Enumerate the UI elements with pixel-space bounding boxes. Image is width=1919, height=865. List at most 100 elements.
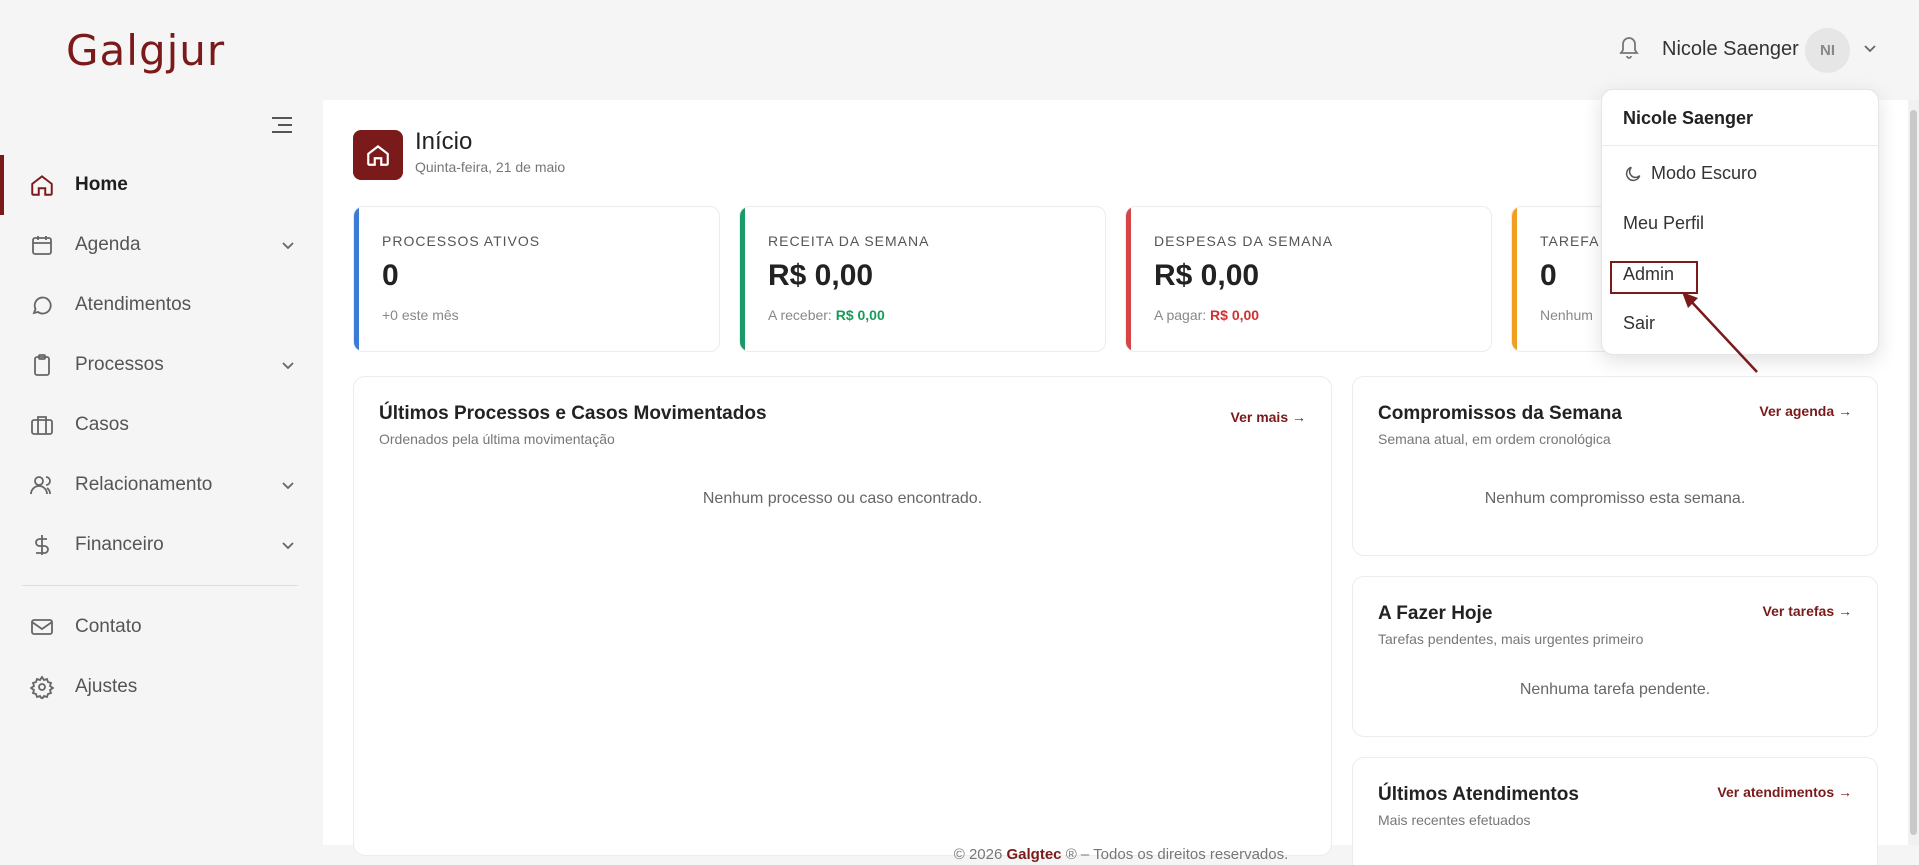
stat-label: PROCESSOS ATIVOS (382, 233, 541, 249)
sidebar-item-label: Contato (75, 616, 142, 637)
logout-label: Sair (1623, 313, 1656, 333)
stat-sub-prefix: A receber: (768, 307, 832, 323)
footer-prefix: © 2026 (953, 846, 1003, 863)
home-icon (28, 171, 56, 199)
stat-sub: +0 este mês (382, 307, 459, 323)
chevron-down-icon (282, 242, 294, 250)
user-name[interactable]: Nicole Saenger (1662, 38, 1799, 61)
ver-mais-link[interactable]: Ver mais → (1231, 409, 1307, 425)
stat-value: R$ 0,00 (768, 259, 874, 292)
footer-brand-link[interactable]: Galgtec (1007, 846, 1062, 863)
panel-title: A Fazer Hoje (1378, 603, 1493, 624)
scrollbar[interactable] (1908, 100, 1919, 845)
users-icon (28, 471, 56, 499)
dropdown-divider (1602, 145, 1878, 146)
sidebar-item-ajustes[interactable]: Ajustes (0, 657, 323, 717)
dark-mode-item[interactable]: Modo Escuro (1623, 163, 1757, 184)
briefcase-icon (28, 411, 56, 439)
sidebar-item-label: Financeiro (75, 534, 164, 555)
moon-icon (1625, 166, 1641, 181)
footer: © 2026 Galgtec ® – Todos os direitos res… (323, 846, 1919, 865)
stat-accent-bar (1512, 207, 1517, 351)
ver-tarefas-link[interactable]: Ver tarefas → (1763, 603, 1853, 619)
calendar-icon (28, 231, 56, 259)
logout-item[interactable]: Sair (1623, 313, 1655, 334)
sidebar-item-label: Ajustes (75, 676, 138, 697)
stat-label: RECEITA DA SEMANA (768, 233, 930, 249)
chat-icon (28, 291, 56, 319)
sidebar-item-processos[interactable]: Processos (0, 335, 323, 395)
home-icon (353, 130, 403, 180)
sidebar-item-label: Home (75, 174, 128, 195)
mail-icon (28, 613, 56, 641)
sidebar-item-atendimentos[interactable]: Atendimentos (0, 275, 323, 335)
stat-value: 0 (1540, 259, 1557, 292)
page-title: Início (415, 128, 473, 155)
menu-toggle-icon[interactable] (270, 115, 294, 135)
sidebar-item-label: Processos (75, 354, 164, 375)
stat-label: TAREFA (1540, 233, 1600, 249)
sidebar-divider (22, 585, 298, 586)
empty-message: Nenhum compromisso esta semana. (1484, 490, 1746, 507)
ver-atendimentos-link[interactable]: Ver atendimentos → (1717, 784, 1852, 800)
dropdown-user-name: Nicole Saenger (1623, 108, 1754, 128)
panel-commitments: Compromissos da Semana Semana atual, em … (1352, 376, 1878, 556)
clipboard-icon (28, 351, 56, 379)
scrollbar-thumb[interactable] (1910, 110, 1917, 835)
panel-title: Últimos Atendimentos (1378, 784, 1579, 805)
sidebar-item-financeiro[interactable]: Financeiro (0, 515, 323, 575)
sidebar: Home Agenda Atendimentos Processos Casos… (0, 100, 323, 865)
admin-label: Admin (1623, 264, 1675, 284)
panel-subtitle: Tarefas pendentes, mais urgentes primeir… (1378, 631, 1644, 647)
chevron-down-icon (282, 542, 294, 550)
bell-icon[interactable] (1617, 33, 1641, 59)
panel-processes: Últimos Processos e Casos Movimentados O… (353, 376, 1332, 856)
panel-subtitle: Semana atual, em ordem cronológica (1378, 431, 1611, 447)
sidebar-item-label: Atendimentos (75, 294, 192, 315)
stat-sub-value: R$ 0,00 (835, 307, 885, 323)
chevron-down-icon[interactable] (1862, 40, 1878, 56)
panel-title: Compromissos da Semana (1378, 403, 1622, 424)
sidebar-item-relacionamento[interactable]: Relacionamento (0, 455, 323, 515)
profile-label: Meu Perfil (1623, 213, 1705, 233)
stat-card-processos: PROCESSOS ATIVOS 0 +0 este mês (353, 206, 720, 352)
chevron-down-icon (282, 482, 294, 490)
stat-label: DESPESAS DA SEMANA (1154, 233, 1334, 249)
gear-icon (28, 673, 56, 701)
app-logo[interactable]: Galgjur (66, 26, 225, 75)
panel-title: Últimos Processos e Casos Movimentados (379, 403, 767, 424)
footer-suffix: ® – Todos os direitos reservados. (1065, 846, 1289, 863)
sidebar-item-label: Casos (75, 414, 129, 435)
sidebar-item-casos[interactable]: Casos (0, 395, 323, 455)
stat-card-despesas: DESPESAS DA SEMANA R$ 0,00 A pagar: R$ 0… (1125, 206, 1492, 352)
stat-sub-prefix: A pagar: (1154, 307, 1207, 323)
profile-item[interactable]: Meu Perfil (1623, 213, 1704, 234)
admin-item[interactable]: Admin (1623, 264, 1674, 285)
page-subtitle: Quinta-feira, 21 de maio (415, 159, 566, 175)
empty-message: Nenhuma tarefa pendente. (1519, 681, 1711, 698)
sidebar-item-contato[interactable]: Contato (0, 597, 323, 657)
stat-value: 0 (382, 259, 399, 292)
top-header: Galgjur Nicole Saenger NI (0, 0, 1919, 100)
stat-accent-bar (354, 207, 359, 351)
stat-sub: A pagar: R$ 0,00 (1154, 307, 1259, 323)
sidebar-item-home[interactable]: Home (0, 155, 323, 215)
stat-accent-bar (740, 207, 745, 351)
sidebar-item-label: Relacionamento (75, 474, 213, 495)
stat-value: R$ 0,00 (1154, 259, 1260, 292)
stat-sub-value: R$ 0,00 (1210, 307, 1260, 323)
sidebar-item-label: Agenda (75, 234, 141, 255)
annotation-arrow (1682, 292, 1758, 373)
empty-message: Nenhum processo ou caso encontrado. (702, 490, 983, 507)
panel-subtitle: Ordenados pela última movimentação (379, 431, 615, 447)
panel-subtitle: Mais recentes efetuados (1378, 812, 1531, 828)
avatar[interactable]: NI (1805, 28, 1850, 73)
panel-todo: A Fazer Hoje Tarefas pendentes, mais urg… (1352, 576, 1878, 737)
sidebar-item-agenda[interactable]: Agenda (0, 215, 323, 275)
stat-sub: A receber: R$ 0,00 (768, 307, 885, 323)
dollar-icon (28, 531, 56, 559)
chevron-down-icon (282, 362, 294, 370)
dark-mode-label: Modo Escuro (1651, 163, 1758, 183)
stat-sub: Nenhum (1540, 307, 1593, 323)
ver-agenda-link[interactable]: Ver agenda → (1759, 403, 1852, 419)
